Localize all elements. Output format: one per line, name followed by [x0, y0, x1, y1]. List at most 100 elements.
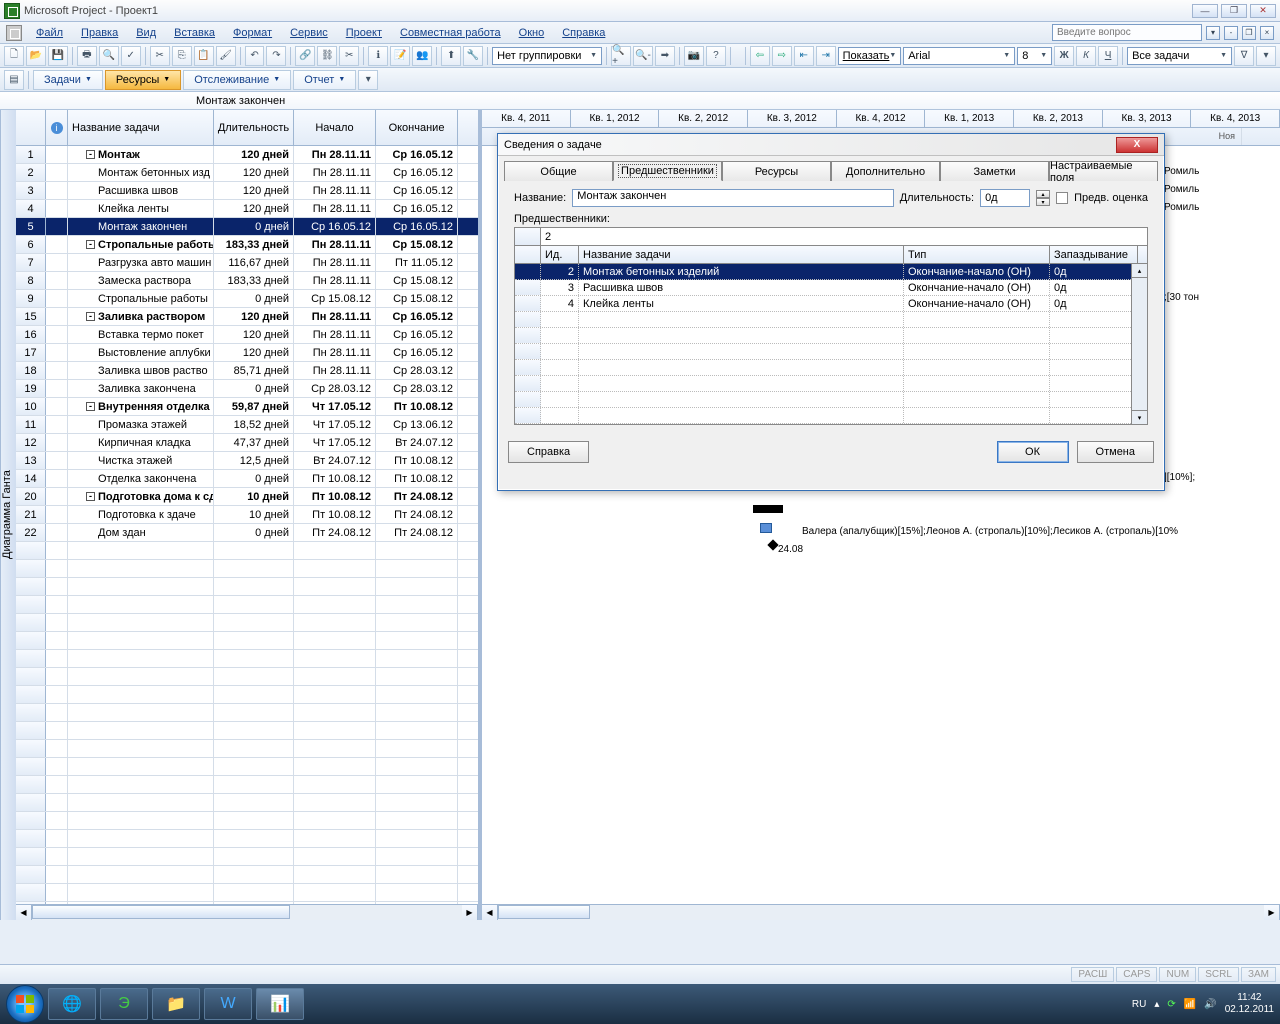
task-row[interactable]: 20-Подготовка дома к сда10 днейПт 10.08.…	[16, 488, 478, 506]
print-icon[interactable]: 🖶	[77, 46, 97, 66]
cut-icon[interactable]: ✂	[150, 46, 170, 66]
empty-row[interactable]	[16, 650, 478, 668]
ok-button[interactable]: ОК	[997, 441, 1069, 463]
empty-pred-row[interactable]	[515, 360, 1147, 376]
format-painter-icon[interactable]: 🖌	[216, 46, 236, 66]
tray-sound-icon[interactable]: 🔊	[1204, 999, 1216, 1010]
mdi-minimize[interactable]: -	[1224, 26, 1238, 40]
nav-tasks[interactable]: Задачи▼	[33, 70, 103, 90]
tab-notes[interactable]: Заметки	[940, 161, 1049, 181]
empty-row[interactable]	[16, 848, 478, 866]
col-name[interactable]: Название задачи	[68, 110, 214, 145]
quarter-header[interactable]: Кв. 4, 2012	[837, 110, 926, 127]
tab-advanced[interactable]: Дополнительно	[831, 161, 940, 181]
empty-pred-row[interactable]	[515, 392, 1147, 408]
italic-icon[interactable]: К	[1076, 46, 1096, 66]
empty-row[interactable]	[16, 596, 478, 614]
empty-row[interactable]	[16, 560, 478, 578]
quarter-header[interactable]: Кв. 2, 2012	[659, 110, 748, 127]
underline-icon[interactable]: Ч	[1098, 46, 1118, 66]
menu-window[interactable]: Окно	[511, 25, 553, 41]
tab-predecessors[interactable]: Предшественники	[613, 161, 722, 181]
empty-pred-row[interactable]	[515, 312, 1147, 328]
tools-icon[interactable]: 🔧	[463, 46, 483, 66]
empty-row[interactable]	[16, 722, 478, 740]
restore-button[interactable]: ❐	[1221, 4, 1247, 18]
gantt-scroll-h[interactable]: ◀ ▶	[482, 904, 1280, 920]
col-dur[interactable]: Длительность	[214, 110, 294, 145]
task-row[interactable]: 15-Заливка раствором120 днейПн 28.11.11С…	[16, 308, 478, 326]
menu-collab[interactable]: Совместная работа	[392, 25, 509, 41]
help-icon[interactable]: ?	[706, 46, 726, 66]
quarter-header[interactable]: Кв. 4, 2011	[482, 110, 571, 127]
paste-icon[interactable]: 📋	[194, 46, 214, 66]
bold-icon[interactable]: Ж	[1054, 46, 1074, 66]
menu-project[interactable]: Проект	[338, 25, 390, 41]
task-row[interactable]: 10-Внутренняя отделка59,87 днейЧт 17.05.…	[16, 398, 478, 416]
link-icon[interactable]: 🔗	[295, 46, 315, 66]
task-row[interactable]: 4Клейка ленты120 днейПн 28.11.11Ср 16.05…	[16, 200, 478, 218]
predecessor-row[interactable]: 4Клейка лентыОкончание-начало (ОН)0д	[515, 296, 1147, 312]
empty-row[interactable]	[16, 776, 478, 794]
menu-insert[interactable]: Вставка	[166, 25, 223, 41]
pred-col-type[interactable]: Тип	[904, 246, 1050, 263]
nav-more[interactable]: ▾	[358, 70, 378, 90]
estimate-checkbox[interactable]	[1056, 192, 1068, 204]
menu-file[interactable]: Файл	[28, 25, 71, 41]
quarter-header[interactable]: Кв. 3, 2012	[748, 110, 837, 127]
zoom-in-icon[interactable]: 🔍+	[611, 46, 631, 66]
autofilter-icon[interactable]: ∇	[1234, 46, 1254, 66]
empty-row[interactable]	[16, 830, 478, 848]
task-row[interactable]: 9Стропальные работы0 днейСр 15.08.12Ср 1…	[16, 290, 478, 308]
empty-row[interactable]	[16, 740, 478, 758]
pred-col-lag[interactable]: Запаздывание	[1050, 246, 1138, 263]
dialog-title-bar[interactable]: Сведения о задаче X	[498, 134, 1164, 156]
task-word[interactable]: W	[204, 988, 252, 1020]
pred-scrollbar[interactable]: ▴ ▾	[1131, 264, 1147, 424]
task-ie[interactable]: 🌐	[48, 988, 96, 1020]
task-row[interactable]: 19Заливка закончена0 днейСр 28.03.12Ср 2…	[16, 380, 478, 398]
col-end[interactable]: Окончание	[376, 110, 458, 145]
close-button[interactable]: ✕	[1250, 4, 1276, 18]
empty-pred-row[interactable]	[515, 408, 1147, 424]
menu-help[interactable]: Справка	[554, 25, 613, 41]
info-icon[interactable]: ℹ	[368, 46, 388, 66]
unlink-icon[interactable]: ⛓	[317, 46, 337, 66]
quarter-header[interactable]: Кв. 3, 2013	[1103, 110, 1192, 127]
empty-row[interactable]	[16, 686, 478, 704]
task-row[interactable]: 13Чистка этажей12,5 днейВт 24.07.12Пт 10…	[16, 452, 478, 470]
redo-icon[interactable]: ↷	[266, 46, 286, 66]
tab-resources[interactable]: Ресурсы	[722, 161, 831, 181]
empty-pred-row[interactable]	[515, 376, 1147, 392]
quarter-header[interactable]: Кв. 2, 2013	[1014, 110, 1103, 127]
tray-arrow-icon[interactable]: ▴	[1154, 999, 1159, 1010]
notes-icon[interactable]: 📝	[390, 46, 410, 66]
col-info[interactable]: i	[46, 110, 68, 145]
copy-pic-icon[interactable]: 📷	[684, 46, 704, 66]
more-icon[interactable]: ▾	[1256, 46, 1276, 66]
outdent-icon[interactable]: ⇤	[794, 46, 814, 66]
task-row[interactable]: 11Промазка этажей18,52 днейЧт 17.05.12Ср…	[16, 416, 478, 434]
empty-row[interactable]	[16, 542, 478, 560]
task-row[interactable]: 2Монтаж бетонных изд120 днейПн 28.11.11С…	[16, 164, 478, 182]
pred-col-name[interactable]: Название задачи	[579, 246, 904, 263]
help-button[interactable]: Справка	[508, 441, 589, 463]
col-start[interactable]: Начало	[294, 110, 376, 145]
goto-icon[interactable]: ➡	[655, 46, 675, 66]
empty-row[interactable]	[16, 614, 478, 632]
task-row[interactable]: 17Выстовление аплубки120 днейПн 28.11.11…	[16, 344, 478, 362]
col-id[interactable]	[16, 110, 46, 145]
task-row[interactable]: 12Кирпичная кладка47,37 днейЧт 17.05.12В…	[16, 434, 478, 452]
predecessor-row[interactable]: 2Монтаж бетонных изделийОкончание-начало…	[515, 264, 1147, 280]
predecessor-row[interactable]: 3Расшивка швовОкончание-начало (ОН)0д	[515, 280, 1147, 296]
arrow-right-icon[interactable]: ⇨	[772, 46, 792, 66]
quarter-header[interactable]: Кв. 1, 2013	[925, 110, 1014, 127]
menu-format[interactable]: Формат	[225, 25, 280, 41]
help-dropdown[interactable]: ▾	[1206, 26, 1220, 40]
task-row[interactable]: 21Подготовка к здаче10 днейПт 10.08.12Пт…	[16, 506, 478, 524]
grid-scroll-h[interactable]: ◀ ▶	[16, 904, 478, 920]
dur-input[interactable]: 0д	[980, 189, 1030, 207]
empty-row[interactable]	[16, 812, 478, 830]
task-row[interactable]: 18Заливка швов раство85,71 днейПн 28.11.…	[16, 362, 478, 380]
empty-row[interactable]	[16, 578, 478, 596]
